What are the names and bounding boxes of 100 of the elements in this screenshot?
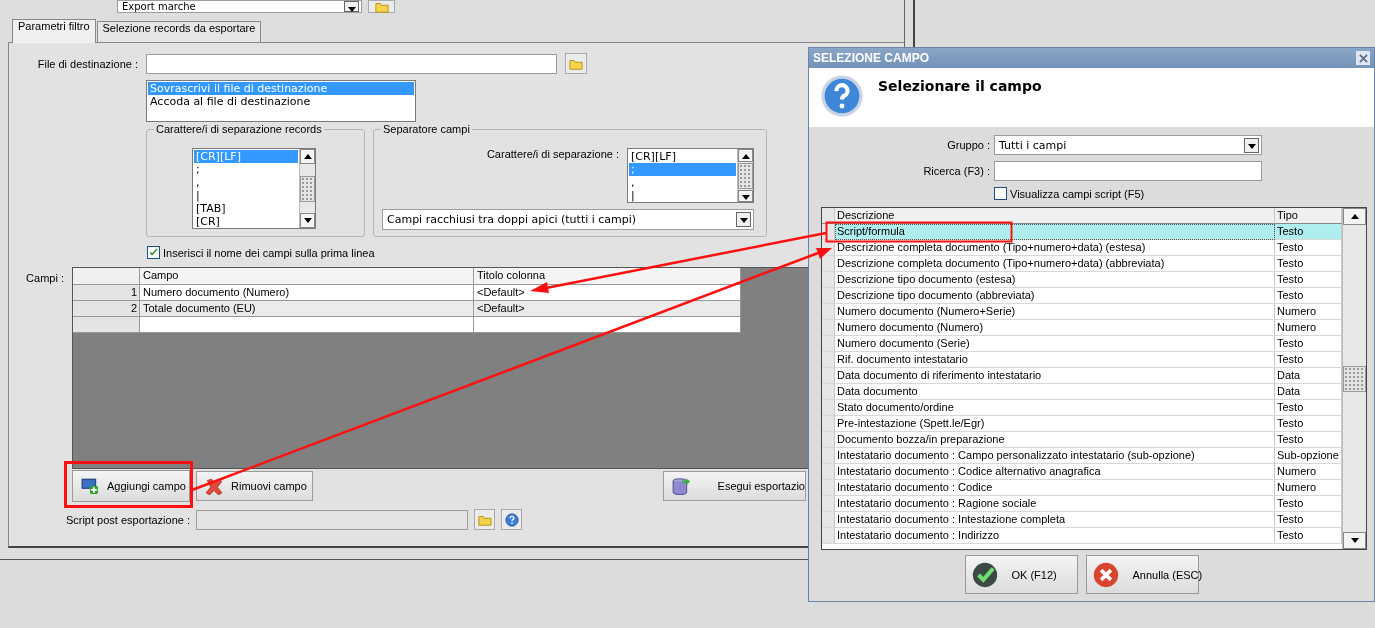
folder-button[interactable]: [368, 0, 395, 13]
search-field[interactable]: [994, 161, 1262, 181]
row-indicator: [822, 464, 835, 480]
table-row[interactable]: Numero documento (Serie) Testo: [822, 336, 1342, 352]
field-label: Campi :: [25, 272, 65, 284]
database-arrow-icon: [672, 477, 690, 495]
table-row[interactable]: Numero documento (Numero) Numero: [822, 320, 1342, 336]
dialog-title: SELEZIONE CAMPO: [813, 51, 929, 65]
row-indicator: [822, 416, 835, 432]
row-indicator: [822, 320, 835, 336]
table-cell: Rif. documento intestatario: [835, 352, 1275, 368]
script-path-field[interactable]: [196, 509, 468, 530]
scrollbar[interactable]: [1342, 208, 1366, 549]
table-row[interactable]: Descrizione tipo documento (estesa) Testo: [822, 272, 1342, 288]
checkbox-label: Inserisci il nome dei campi sulla prima linea: [163, 246, 375, 259]
list-item[interactable]: [TAB]: [194, 202, 298, 215]
export-button[interactable]: Esegui esportazio: [663, 471, 806, 501]
table-cell: Script/formula: [835, 224, 1275, 240]
table-cell: Numero documento (Numero+Serie): [835, 304, 1275, 320]
question-icon: [820, 74, 864, 118]
table-cell: Documento bozza/in preparazione: [835, 432, 1275, 448]
table-cell: Data documento di riferimento intestatario: [835, 368, 1275, 384]
dropdown[interactable]: Export marche: [117, 0, 362, 13]
list-item[interactable]: ,: [629, 176, 736, 189]
field-label: Carattere/i di separazione :: [486, 148, 619, 162]
field-label: Ricerca (F3) :: [922, 165, 990, 177]
list-item[interactable]: Accoda al file di destinazione: [148, 95, 414, 108]
list-item[interactable]: ;: [194, 163, 298, 176]
group-title: Separatore campi: [381, 123, 472, 135]
table-cell: Intestatario documento : Codice: [835, 480, 1275, 496]
row-indicator: [822, 496, 835, 512]
table-row[interactable]: Intestatario documento : Codice alternativo anagrafica Numero: [822, 464, 1342, 480]
tab[interactable]: Parametri filtro: [12, 19, 96, 43]
table-row[interactable]: Descrizione tipo documento (abbreviata) Testo: [822, 288, 1342, 304]
list-item[interactable]: [CR]: [194, 215, 298, 228]
scrollbar[interactable]: [737, 149, 753, 202]
row-indicator: [822, 336, 835, 352]
table-row[interactable]: Intestatario documento : Codice Numero: [822, 480, 1342, 496]
table-cell: Stato documento/ordine: [835, 400, 1275, 416]
row-indicator: [822, 400, 835, 416]
table-row[interactable]: Script/formula Testo: [822, 224, 1342, 240]
table-cell: Numero documento (Serie): [835, 336, 1275, 352]
table-cell: Intestatario documento : Indirizzo: [835, 528, 1275, 544]
table-row[interactable]: Intestatario documento : Indirizzo Testo: [822, 528, 1342, 544]
table-cell: Pre-intestazione (Spett.le/Egr): [835, 416, 1275, 432]
checkbox-label: Visualizza campi script (F5): [1010, 187, 1145, 200]
group-title: Carattere/i di separazione records: [154, 123, 324, 135]
list-item[interactable]: |: [629, 189, 736, 202]
field-label: Gruppo :: [946, 139, 990, 151]
table-cell: Data documento: [835, 384, 1275, 400]
row-number: 2: [73, 301, 140, 317]
close-button[interactable]: [1356, 51, 1370, 65]
list-item[interactable]: ,: [194, 176, 298, 189]
list-item[interactable]: |: [194, 189, 298, 202]
table-cell: Intestatario documento : Ragione sociale: [835, 496, 1275, 512]
add-monitor-icon: [81, 477, 99, 495]
row-indicator: [822, 272, 835, 288]
table-row[interactable]: Data documento Data: [822, 384, 1342, 400]
table-row[interactable]: Documento bozza/in preparazione Testo: [822, 432, 1342, 448]
table-cell: Intestatario documento : Codice alternativo anagrafica: [835, 464, 1275, 480]
table-row[interactable]: Descrizione completa documento (Tipo+numero+data) (abbreviata) Testo: [822, 256, 1342, 272]
dropdown[interactable]: Campi racchiusi tra doppi apici (tutti i campi): [382, 209, 754, 230]
help-icon: [504, 512, 519, 527]
table-row[interactable]: Stato documento/ordine Testo: [822, 400, 1342, 416]
row-indicator: [822, 448, 835, 464]
folder-button[interactable]: [474, 509, 495, 530]
table-cell: Numero documento (Numero): [835, 320, 1275, 336]
ok-button[interactable]: OK (F12): [964, 555, 1078, 594]
table-row[interactable]: Numero documento (Numero+Serie) Numero: [822, 304, 1342, 320]
scrollbar[interactable]: [299, 149, 315, 228]
table-row[interactable]: Data documento di riferimento intestatario Data: [822, 368, 1342, 384]
help-button[interactable]: [501, 509, 522, 530]
table-row[interactable]: Rif. documento intestatario Testo: [822, 352, 1342, 368]
remove-field-button[interactable]: Rimuovi campo: [196, 471, 313, 501]
table-row[interactable]: Pre-intestazione (Spett.le/Egr) Testo: [822, 416, 1342, 432]
table-cell: Testo: [1275, 224, 1342, 240]
tab[interactable]: Selezione records da esportare: [96, 21, 262, 42]
close-icon: [1358, 53, 1368, 63]
row-indicator: [822, 512, 835, 528]
file-path-field[interactable]: [146, 53, 557, 74]
checkbox[interactable]: [994, 187, 1007, 200]
row-indicator: [822, 368, 835, 384]
add-field-button[interactable]: Aggiungi campo: [72, 470, 190, 502]
cross-icon: [205, 477, 223, 495]
dropdown[interactable]: Tutti i campi: [994, 135, 1262, 155]
folder-icon: [374, 0, 389, 13]
row-indicator: [822, 528, 835, 544]
row-number: 1: [73, 285, 140, 301]
row-indicator: [822, 288, 835, 304]
list-item[interactable]: [CR][LF]: [629, 150, 736, 163]
field-label: File di destinazione :: [36, 57, 138, 70]
checkbox[interactable]: [147, 246, 160, 259]
table-cell: Intestatario documento : Campo personalizzato intestatario (sub-opzione): [835, 448, 1275, 464]
checkmark-icon: [971, 561, 998, 588]
folder-button[interactable]: [565, 53, 587, 74]
row-indicator: [822, 352, 835, 368]
table-row[interactable]: Intestatario documento : Intestazione completa Testo: [822, 512, 1342, 528]
row-indicator: [822, 480, 835, 496]
table-row[interactable]: Intestatario documento : Campo personalizzato intestatario (sub-opzione) Sub-opzione: [822, 448, 1342, 464]
table-row[interactable]: Intestatario documento : Ragione sociale Testo: [822, 496, 1342, 512]
